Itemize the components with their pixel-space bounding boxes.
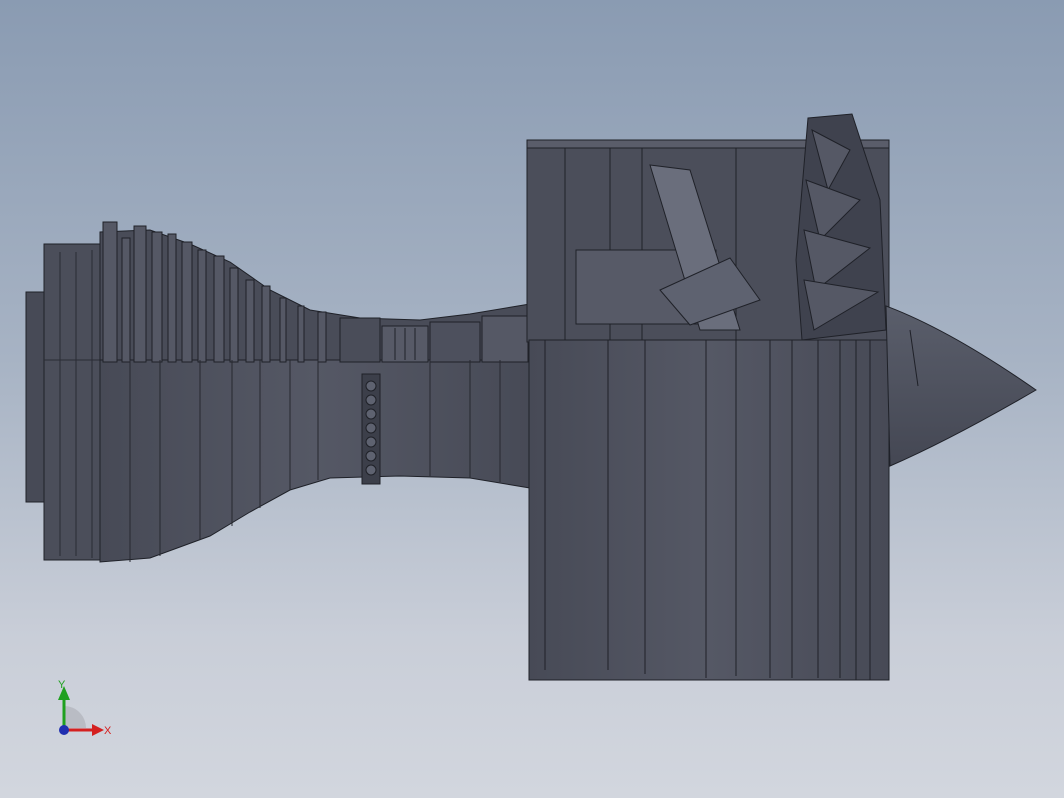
fan-case-lower xyxy=(528,339,890,681)
exhaust-nozzle xyxy=(25,243,107,561)
x-axis-label: X xyxy=(104,725,112,737)
core-casing-lower xyxy=(99,359,531,563)
x-arrow-head xyxy=(92,724,104,736)
y-axis-label: Y xyxy=(58,679,66,691)
cad-viewport[interactable]: Y X xyxy=(0,0,1064,798)
triad-quadrant xyxy=(64,706,86,728)
spinner-cone xyxy=(885,305,1037,467)
turbofan-engine-model[interactable] xyxy=(0,0,1064,798)
z-axis-dot xyxy=(59,725,69,735)
combustor-section xyxy=(339,315,529,363)
orientation-triad: Y X xyxy=(58,679,112,737)
shaft-bearing xyxy=(361,373,381,485)
